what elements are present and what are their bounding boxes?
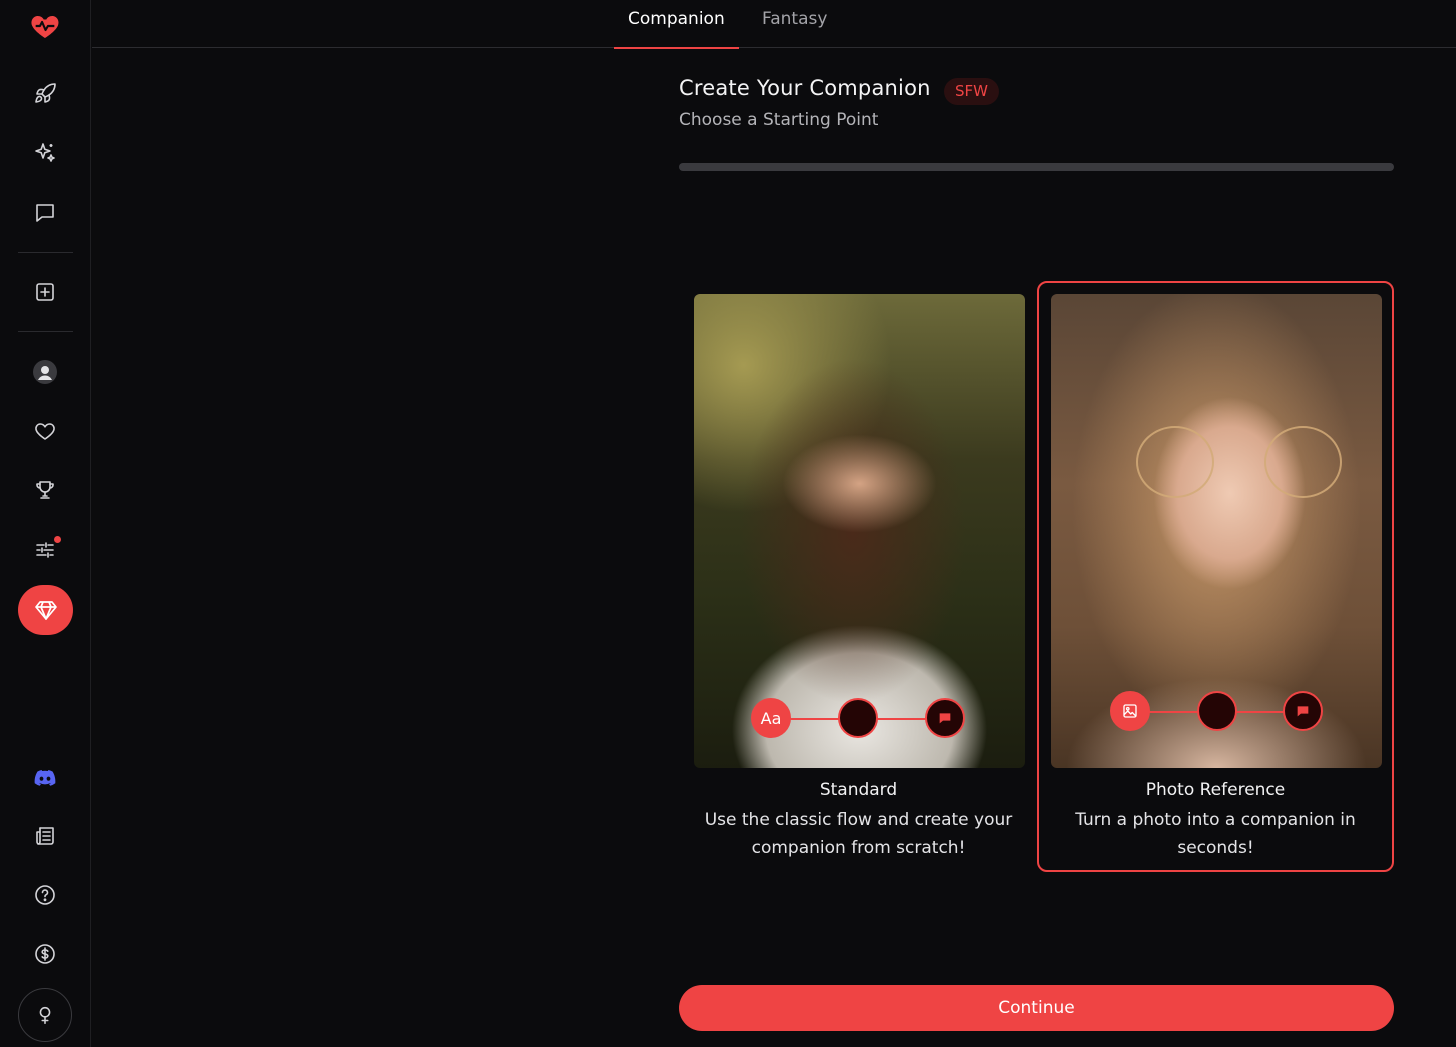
tab-companion[interactable]: Companion (614, 0, 739, 49)
glasses-lens (1264, 426, 1342, 498)
newspaper-icon[interactable] (18, 813, 72, 859)
photo-reference-preview-image (1051, 294, 1382, 768)
heart-icon[interactable] (18, 408, 72, 454)
premium-diamond-button[interactable] (18, 585, 73, 635)
dollar-icon[interactable] (18, 931, 72, 977)
notification-dot (54, 536, 61, 543)
rocket-icon[interactable] (18, 71, 72, 117)
sidebar (0, 0, 91, 1047)
gender-toggle-button[interactable] (18, 988, 72, 1042)
option-card-standard[interactable]: Aa Standard Use the classic flow and cre… (680, 281, 1037, 872)
text-step-icon: Aa (751, 698, 791, 738)
app-root: Companion Fantasy Create Your Companion … (0, 0, 1456, 1047)
user-avatar-icon[interactable] (18, 349, 72, 395)
option-card-photo-reference[interactable]: Photo Reference Turn a photo into a comp… (1037, 281, 1394, 872)
card-title: Photo Reference (1145, 780, 1286, 800)
top-tabs: Companion Fantasy (92, 0, 1456, 49)
card-description: Use the classic flow and create your com… (704, 810, 1013, 858)
help-icon[interactable] (18, 872, 72, 918)
female-icon (39, 1006, 51, 1025)
progress-bar (679, 163, 1394, 171)
continue-button[interactable]: Continue (679, 985, 1394, 1031)
chat-bubble-icon (1283, 691, 1323, 731)
chat-bubble-icon (925, 698, 965, 738)
glasses-lens (1136, 426, 1214, 498)
page-title: Create Your Companion (679, 76, 931, 100)
trophy-icon[interactable] (18, 467, 72, 513)
standard-preview-image: Aa (694, 294, 1025, 768)
tab-fantasy[interactable]: Fantasy (748, 0, 841, 48)
diamond-icon (34, 601, 57, 620)
page-subtitle: Choose a Starting Point (679, 110, 879, 130)
sparkles-icon[interactable] (18, 130, 72, 176)
sidebar-divider (18, 252, 73, 253)
chat-icon[interactable] (18, 190, 72, 236)
card-title: Standard (819, 780, 898, 800)
sfw-badge: SFW (944, 78, 999, 105)
sidebar-divider (18, 331, 73, 332)
logo-heart-pulse-icon[interactable] (18, 3, 72, 49)
create-plus-icon[interactable] (18, 269, 72, 315)
photo-step-indicator (1051, 691, 1382, 733)
image-icon (1110, 691, 1150, 731)
standard-step-indicator: Aa (694, 698, 1025, 740)
sliders-icon[interactable] (18, 527, 72, 573)
discord-icon[interactable] (18, 755, 72, 801)
step-empty-circle (838, 698, 878, 738)
step-empty-circle (1197, 691, 1237, 731)
card-description: Turn a photo into a companion in seconds… (1075, 810, 1356, 858)
